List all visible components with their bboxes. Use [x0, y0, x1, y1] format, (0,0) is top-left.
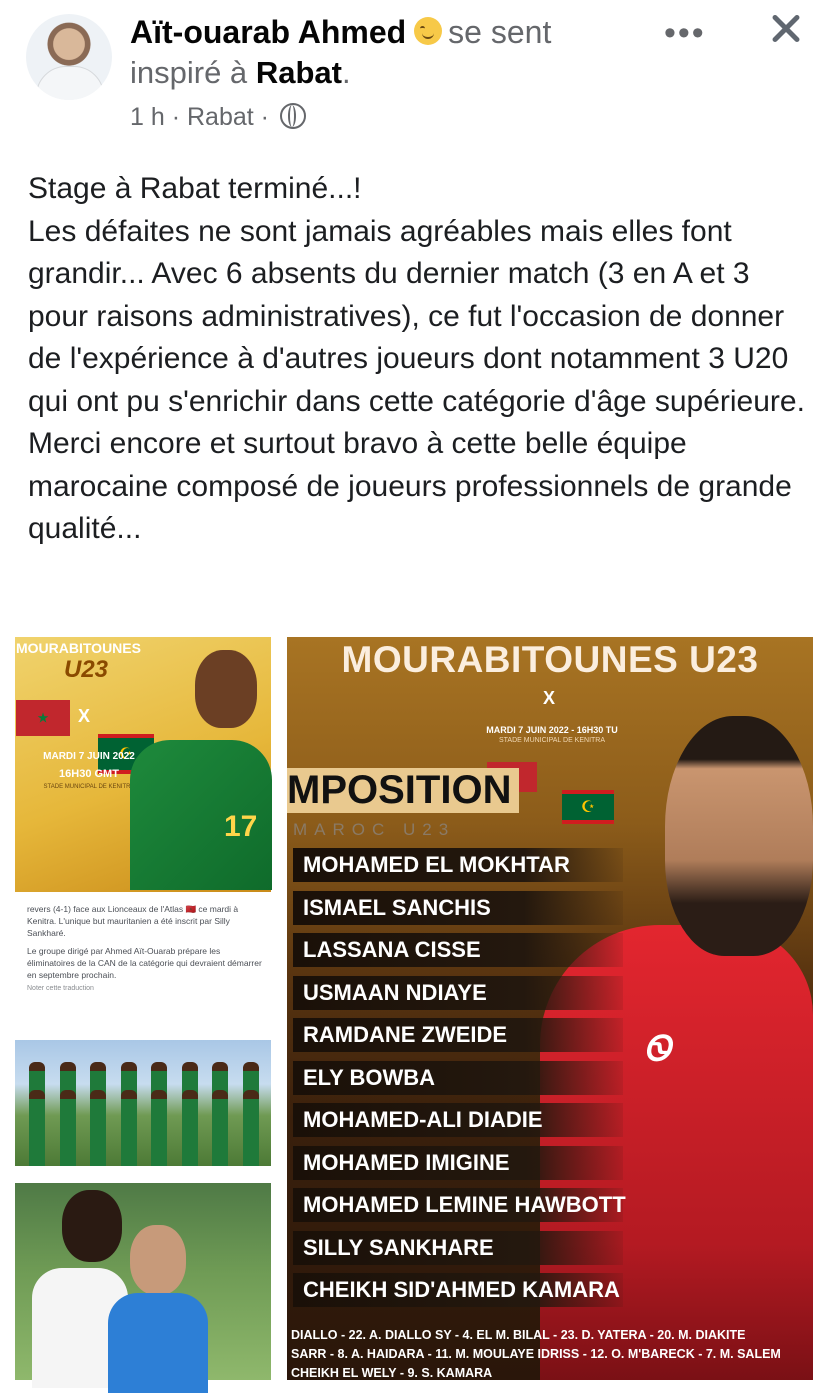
- lineup-player: SILLY SANKHARE: [293, 1230, 623, 1265]
- left-poster-date: MARDI 7 JUIN 2022: [43, 751, 135, 762]
- author-line: Aït-ouarab Ahmed se sent: [130, 14, 551, 51]
- substitutes-list: DIALLO - 22. A. DIALLO SY - 4. EL M. BIL…: [291, 1326, 813, 1383]
- close-icon[interactable]: [766, 8, 806, 48]
- shirt-logo: Ꮻ: [644, 1030, 671, 1068]
- lineup-player: MOHAMED IMIGINE: [293, 1145, 623, 1180]
- lineup-list: MOHAMED EL MOKHTAR ISMAEL SANCHIS LASSAN…: [293, 848, 626, 1316]
- left-poster-stade: STADE MUNICIPAL DE KENITRA: [43, 784, 135, 790]
- lineup-player: MOHAMED-ALI DIADIE: [293, 1103, 623, 1137]
- author-name[interactable]: Aït-ouarab Ahmed: [130, 14, 406, 50]
- news-snippet: revers (4-1) face aux Lionceaux de l'Atl…: [27, 903, 262, 995]
- feeling-location-line: inspiré à Rabat.: [130, 55, 351, 90]
- substitutes-line: DIALLO - 22. A. DIALLO SY - 4. EL M. BIL…: [291, 1328, 746, 1342]
- lineup-player: CHEIKH SID'AHMED KAMARA: [293, 1273, 623, 1307]
- location-link[interactable]: Rabat: [256, 55, 342, 90]
- lineup-player: MOHAMED LEMINE HAWBOTT: [293, 1188, 626, 1222]
- post-paragraph: Les défaites ne sont jamais agréables ma…: [28, 214, 805, 546]
- lineup-player: MOHAMED EL MOKHTAR: [293, 848, 623, 882]
- lineup-player: ELY BOWBA: [293, 1060, 623, 1095]
- smiling-emoji-icon: [414, 17, 443, 45]
- opponent-label: MAROC U23: [293, 820, 456, 839]
- post-place[interactable]: Rabat: [187, 103, 254, 131]
- mauritania-flag-icon: [562, 790, 614, 824]
- poster-stade: STADE MUNICIPAL DE KENITRA: [498, 737, 606, 744]
- left-poster-time: 16H30 GMT: [59, 768, 119, 780]
- coach-photo: [108, 1225, 208, 1393]
- coach-photo: [665, 716, 813, 956]
- substitutes-line: CHEIKH EL WELY - 9. S. KAMARA: [291, 1366, 493, 1380]
- feeling-text: se sent: [448, 14, 552, 50]
- more-options-button[interactable]: •••: [664, 14, 706, 53]
- jersey-number: 17: [224, 810, 258, 843]
- lineup-player: USMAAN NDIAYE: [293, 975, 623, 1010]
- composition-heading: MPOSITION: [287, 768, 520, 813]
- post-meta: 1 h · Rabat ·: [130, 103, 306, 132]
- left-poster-x: X: [78, 706, 91, 726]
- post-time[interactable]: 1 h: [130, 103, 165, 131]
- left-poster-title: MOURABITOUNES: [16, 640, 141, 656]
- left-poster-subtitle: U23: [64, 656, 109, 683]
- morocco-flag-icon: [16, 700, 70, 736]
- poster-title: MOURABITOUNES U23: [341, 639, 759, 680]
- post-text: Stage à Rabat terminé...! Les défaites n…: [28, 168, 808, 551]
- team-photo[interactable]: [15, 1040, 271, 1166]
- news-paragraph: Le groupe dirigé par Ahmed Aït-Ouarab pr…: [27, 946, 262, 980]
- substitutes-line: SARR - 8. A. HAIDARA - 11. M. MOULAYE ID…: [291, 1347, 781, 1361]
- poster-date: MARDI 7 JUIN 2022 - 16H30 TU: [486, 725, 618, 735]
- lineup-player: RAMDANE ZWEIDE: [293, 1018, 623, 1052]
- feeling-prefix: inspiré à: [130, 55, 248, 90]
- poster-x: X: [543, 688, 556, 708]
- lineup-player: LASSANA CISSE: [293, 933, 623, 967]
- author-avatar[interactable]: [26, 14, 112, 100]
- lineup-player: ISMAEL SANCHIS: [293, 890, 623, 925]
- player-photo: [195, 650, 257, 728]
- news-paragraph: revers (4-1) face aux Lionceaux de l'Atl…: [27, 904, 239, 938]
- globe-icon: [279, 103, 306, 129]
- post-paragraph: Stage à Rabat terminé...!: [28, 172, 362, 205]
- translate-link[interactable]: Noter cette traduction: [27, 983, 262, 995]
